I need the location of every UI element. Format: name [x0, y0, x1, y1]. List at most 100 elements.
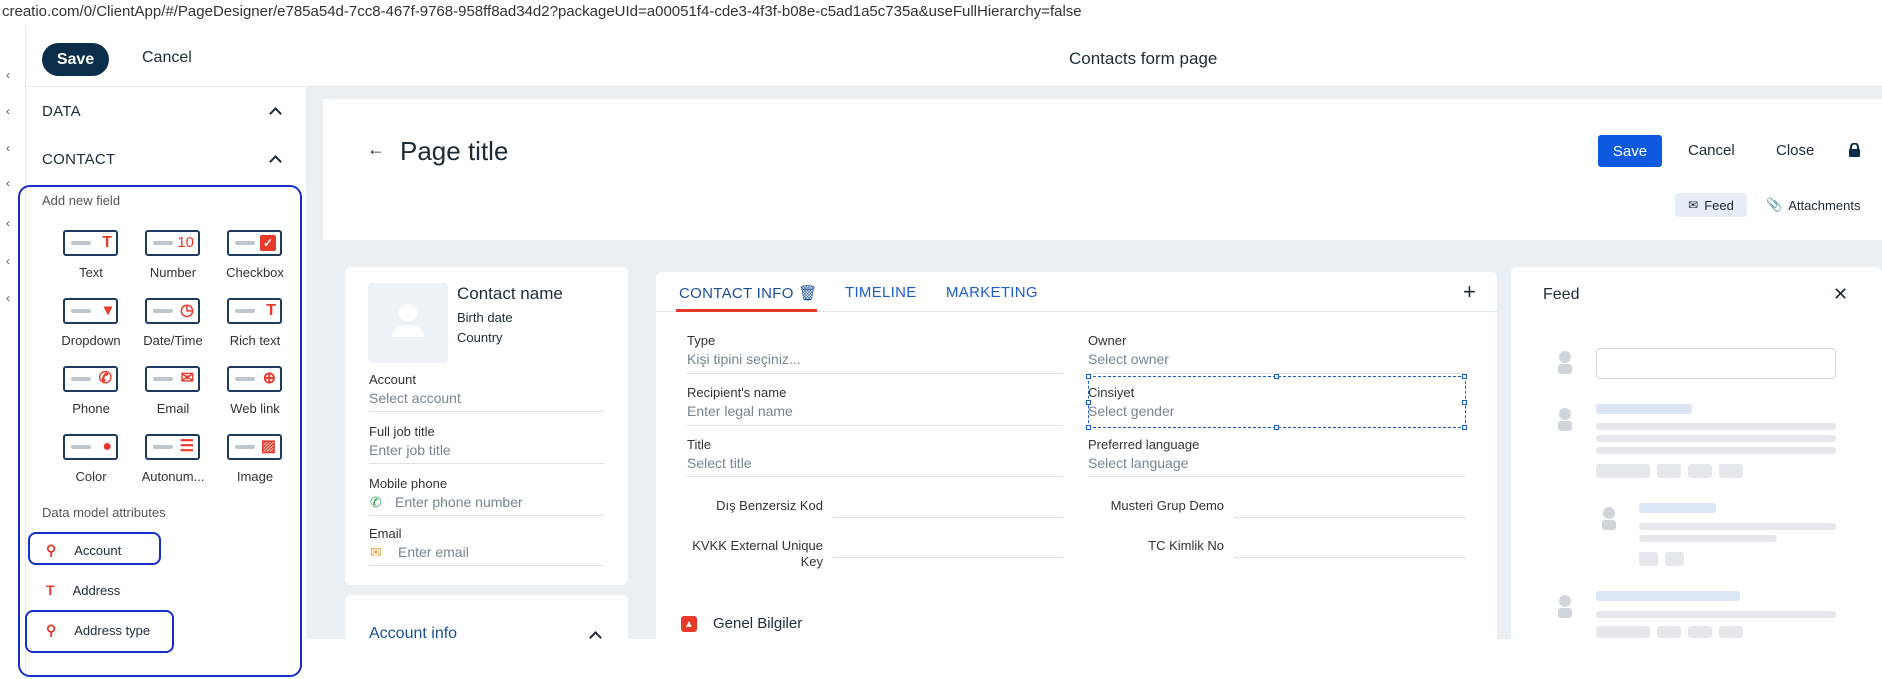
group-title[interactable]: Genel Bilgiler	[713, 615, 802, 632]
selected-field-outline[interactable]	[1088, 376, 1466, 428]
tab-contact-info[interactable]: CONTACT INFO 🗑	[679, 284, 818, 302]
page-title: Page title	[400, 136, 509, 166]
chevron-left-icon[interactable]: ‹	[6, 254, 10, 268]
recipient-name-field[interactable]: Enter legal name	[687, 403, 793, 419]
skeleton-chip	[1665, 552, 1684, 566]
chevron-left-icon[interactable]: ‹	[6, 104, 10, 118]
tile-glyph: 10	[177, 234, 194, 251]
tile-label: Web link	[230, 401, 280, 416]
skeleton-chip	[1719, 464, 1743, 478]
add-new-field-label: Add new field	[42, 193, 121, 208]
user-placeholder-icon	[1555, 594, 1575, 620]
field-tile-checkbox[interactable]: ✓ Checkbox	[212, 230, 294, 292]
resize-handle[interactable]	[1086, 374, 1091, 379]
attribute-address[interactable]: T Address	[46, 582, 120, 598]
gender-field[interactable]: Select gender	[1088, 403, 1174, 419]
add-tab-button[interactable]: +	[1463, 279, 1476, 305]
field-tile-number[interactable]: 10 Number	[130, 230, 212, 292]
datetime-field-icon: ◷	[145, 298, 200, 324]
feed-button[interactable]: ✉ Feed	[1675, 193, 1747, 217]
feed-input[interactable]	[1596, 348, 1836, 379]
chevron-left-icon[interactable]: ‹	[6, 216, 10, 230]
title-field[interactable]: Select title	[687, 455, 752, 471]
resize-handle[interactable]	[1274, 374, 1279, 379]
divider	[1088, 476, 1466, 477]
ext-code-field[interactable]	[833, 517, 1063, 518]
job-title-field[interactable]: Enter job title	[369, 442, 451, 458]
field-tile-image[interactable]: ▨ Image	[212, 434, 294, 496]
tile-bar	[71, 377, 91, 381]
field-tile-phone[interactable]: ✆ Phone	[48, 366, 130, 428]
chevron-up-icon[interactable]	[269, 155, 282, 168]
resize-handle[interactable]	[1274, 425, 1279, 430]
chevron-up-icon[interactable]: ▲	[681, 616, 697, 632]
skeleton-chip	[1639, 552, 1658, 566]
phone-field[interactable]: Enter phone number	[395, 494, 523, 510]
phone-icon: ✆	[370, 494, 382, 510]
tab-timeline[interactable]: TIMELINE	[845, 284, 917, 301]
country[interactable]: Country	[457, 330, 503, 345]
save-button[interactable]: Save	[42, 43, 109, 76]
attribute-label: Account	[74, 543, 122, 558]
field-label: Type	[687, 333, 716, 348]
divider	[369, 411, 604, 412]
field-tile-dropdown[interactable]: ▾ Dropdown	[48, 298, 130, 360]
field-tile-date-time[interactable]: ◷ Date/Time	[130, 298, 212, 360]
email-field-icon: ✉	[145, 366, 200, 392]
tile-glyph: ⊕	[262, 370, 276, 387]
tile-label: Email	[156, 401, 190, 416]
section-contact[interactable]: CONTACT	[42, 151, 115, 168]
owner-field[interactable]: Select owner	[1088, 351, 1169, 367]
cancel-button[interactable]: Cancel	[142, 49, 192, 67]
language-field[interactable]: Select language	[1088, 455, 1188, 471]
avatar[interactable]	[368, 283, 448, 363]
resize-handle[interactable]	[1462, 374, 1467, 379]
attachments-button[interactable]: 📎 Attachments	[1766, 193, 1860, 217]
field-tile-email[interactable]: ✉ Email	[130, 366, 212, 428]
attribute-account[interactable]: ⚲ Account	[46, 542, 121, 559]
dropdown-field-icon: ▾	[63, 298, 118, 324]
page-cancel-button[interactable]: Cancel	[1688, 142, 1735, 159]
account-field[interactable]: Select account	[369, 390, 461, 406]
field-tile-rich-text[interactable]: T Rich text	[212, 298, 294, 360]
tc-kimlik-field[interactable]	[1234, 557, 1466, 558]
tile-bar	[153, 309, 173, 313]
field-tile-color[interactable]: ● Color	[48, 434, 130, 496]
skeleton-chip	[1688, 464, 1712, 478]
attachments-button-label: Attachments	[1788, 197, 1861, 213]
customer-group-field[interactable]	[1234, 517, 1466, 518]
chevron-left-icon[interactable]: ‹	[6, 141, 10, 155]
bottom-band	[306, 639, 1882, 679]
email-field[interactable]: Enter email	[398, 544, 469, 560]
chevron-left-icon[interactable]: ‹	[6, 176, 10, 190]
divider	[687, 373, 1063, 374]
lock-icon[interactable]	[1848, 143, 1861, 157]
close-icon[interactable]: ✕	[1833, 284, 1848, 305]
attribute-label: Address type	[74, 623, 151, 638]
resize-handle[interactable]	[1462, 425, 1467, 430]
page-save-button[interactable]: Save	[1598, 135, 1662, 167]
field-tile-autonum[interactable]: ☰ Autonum...	[130, 434, 212, 496]
chevron-up-icon[interactable]	[269, 107, 282, 120]
chevron-left-icon[interactable]: ‹	[6, 68, 10, 82]
weblink-field-icon: ⊕	[227, 366, 282, 392]
page-close-button[interactable]: Close	[1776, 142, 1814, 159]
field-tile-web-link[interactable]: ⊕ Web link	[212, 366, 294, 428]
tab-marketing[interactable]: MARKETING	[946, 284, 1038, 301]
skeleton-chip	[1596, 464, 1650, 478]
field-tile-text[interactable]: T Text	[48, 230, 130, 292]
trash-icon[interactable]: 🗑	[798, 285, 817, 302]
type-field[interactable]: Kişi tipini seçiniz...	[687, 351, 801, 367]
address-bar[interactable]: creatio.com/0/ClientApp/#/PageDesigner/e…	[0, 0, 1882, 26]
contact-name[interactable]: Contact name	[457, 284, 563, 304]
resize-handle[interactable]	[1086, 425, 1091, 430]
resize-handle[interactable]	[1462, 400, 1467, 405]
section-data[interactable]: DATA	[42, 103, 81, 120]
kvkk-field[interactable]	[833, 557, 1063, 558]
feed-title: Feed	[1543, 286, 1580, 303]
attribute-address-type[interactable]: ⚲ Address type	[46, 622, 150, 639]
field-label: Musteri Grup Demo	[1110, 498, 1224, 513]
back-arrow-icon[interactable]: ←	[367, 139, 385, 160]
birth-date[interactable]: Birth date	[457, 310, 513, 325]
chevron-left-icon[interactable]: ‹	[6, 291, 10, 305]
